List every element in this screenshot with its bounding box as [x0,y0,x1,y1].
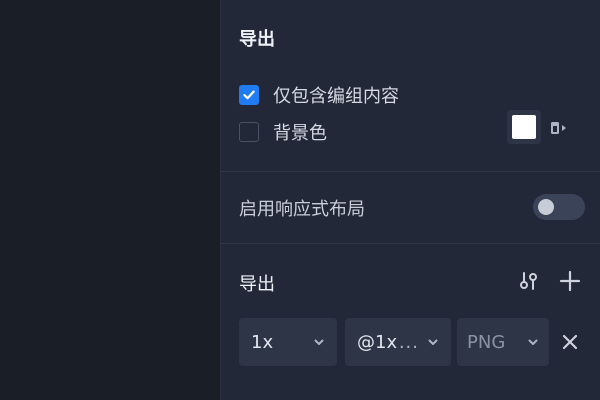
add-export-button[interactable] [558,269,582,293]
only-group-content-option[interactable]: 仅包含编组内容 [239,82,399,108]
background-checkbox[interactable] [239,122,259,142]
background-color-preview [512,115,536,139]
format-select[interactable]: PNG [457,318,549,366]
export-section-title: 导出 [239,29,275,50]
suffix-value: @1x [357,331,398,353]
scale-value: 1x [251,331,274,353]
divider [221,171,600,172]
scale-select[interactable]: 1x [239,318,337,366]
chevron-down-icon [314,339,324,345]
fill-bucket-icon[interactable] [549,118,569,138]
suffix-more: ... [398,331,419,353]
check-icon [243,90,255,100]
responsive-layout-toggle[interactable] [533,194,585,220]
only-group-content-label: 仅包含编组内容 [273,86,399,107]
responsive-layout-label: 启用响应式布局 [239,199,365,220]
adjust-icon[interactable] [517,269,541,293]
background-color-swatch[interactable] [507,110,541,144]
only-group-content-checkbox[interactable] [239,85,259,105]
export-panel: 导出 仅包含编组内容 背景色 启用响应式布局 导出 1x @1x ... PNG [220,0,600,400]
background-option[interactable]: 背景色 [239,119,327,145]
chevron-down-icon [428,339,438,345]
close-icon [562,334,578,350]
export-list-title: 导出 [239,274,275,295]
suffix-select[interactable]: @1x ... [345,318,451,366]
chevron-down-icon [528,339,538,345]
background-label: 背景色 [273,123,327,144]
remove-export-button[interactable] [558,330,582,354]
plus-icon [559,270,581,292]
toggle-knob [538,199,554,215]
format-value: PNG [467,331,506,353]
canvas-area [0,0,220,400]
divider [221,243,600,244]
